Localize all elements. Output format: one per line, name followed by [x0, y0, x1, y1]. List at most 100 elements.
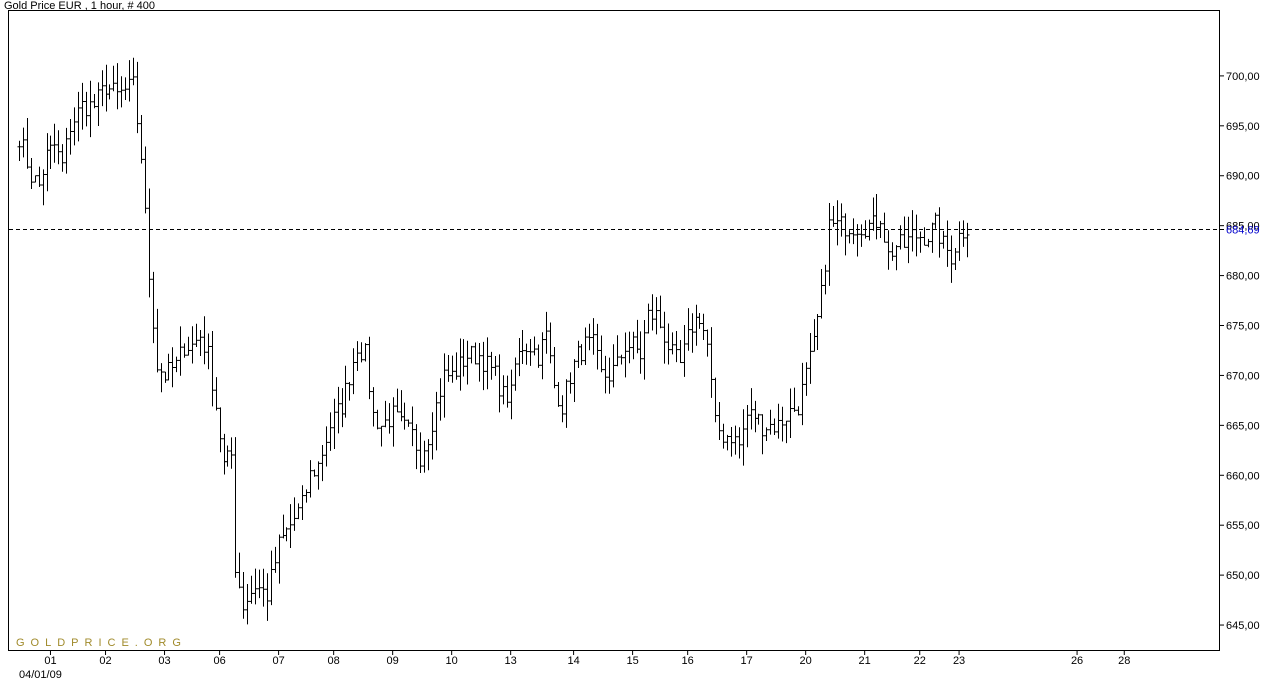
ohlc-bar — [859, 224, 864, 247]
ohlc-bar — [222, 433, 227, 475]
ohlc-bar — [772, 418, 777, 435]
ohlc-bar — [379, 425, 384, 447]
ohlc-bar — [355, 341, 360, 371]
y-tick-label: 650,00 — [1226, 570, 1260, 582]
ohlc-bar — [674, 330, 679, 363]
ohlc-bar — [422, 440, 427, 473]
x-tick-label: 15 — [626, 655, 638, 667]
ohlc-bar — [340, 388, 345, 428]
ohlc-bar — [910, 210, 915, 252]
x-tick-label: 13 — [505, 655, 517, 667]
ohlc-bar — [414, 424, 419, 470]
ohlc-bar — [245, 583, 250, 625]
ohlc-bar — [253, 568, 258, 605]
ohlc-bar — [178, 326, 183, 376]
ohlc-bar — [29, 157, 34, 190]
ohlc-bar — [284, 527, 289, 542]
ohlc-bar — [827, 202, 832, 286]
ohlc-bar — [104, 64, 109, 112]
ohlc-bar — [725, 434, 730, 451]
ohlc-bar — [371, 387, 376, 427]
ohlc-bars — [17, 57, 970, 625]
x-tick-label: 16 — [682, 655, 694, 667]
ohlc-bar — [686, 308, 691, 351]
y-tick-label: 680,00 — [1226, 271, 1260, 283]
ohlc-bar — [80, 82, 85, 130]
ohlc-bar — [351, 348, 356, 395]
ohlc-bar — [446, 354, 451, 382]
ohlc-bar — [410, 406, 415, 447]
ohlc-bar — [159, 363, 164, 393]
ohlc-bar — [874, 193, 879, 240]
ohlc-bar — [151, 271, 156, 344]
ohlc-bar — [100, 70, 105, 107]
ohlc-bar — [965, 222, 970, 258]
x-tick-label: 02 — [99, 655, 111, 667]
ohlc-bar — [926, 238, 931, 248]
watermark: GOLDPRICE.ORG — [16, 637, 187, 649]
ohlc-bar — [666, 323, 671, 365]
ohlc-bar — [662, 311, 667, 364]
ohlc-bar — [890, 242, 895, 261]
ohlc-bar — [631, 331, 636, 360]
ohlc-bar — [918, 231, 923, 253]
ohlc-bar — [882, 212, 887, 243]
ohlc-bar — [572, 359, 577, 402]
ohlc-bar — [367, 336, 372, 400]
ohlc-bar — [548, 322, 553, 364]
ohlc-bar — [174, 356, 179, 373]
ohlc-bar — [886, 230, 891, 270]
ohlc-bar — [147, 188, 152, 298]
ohlc-bar — [705, 329, 710, 357]
ohlc-bar — [281, 514, 286, 539]
ohlc-bar — [658, 295, 663, 329]
ohlc-bar — [363, 343, 368, 362]
ohlc-bar — [308, 460, 313, 498]
ohlc-bar — [347, 381, 352, 401]
ohlc-bar — [68, 119, 73, 155]
ohlc-bar — [619, 354, 624, 365]
ohlc-bar — [638, 331, 643, 374]
ohlc-bar — [170, 347, 175, 388]
ohlc-bar — [343, 365, 348, 418]
ohlc-bar — [41, 169, 46, 206]
ohlc-bar — [756, 413, 761, 425]
ohlc-bar — [961, 220, 966, 247]
ohlc-bar — [902, 216, 907, 248]
ohlc-bar — [465, 340, 470, 385]
ohlc-bar — [576, 340, 581, 368]
ohlc-bar — [406, 419, 411, 427]
ohlc-bar — [627, 331, 632, 364]
ohlc-bar — [64, 127, 69, 174]
ohlc-bar — [442, 353, 447, 418]
x-tick-label: 07 — [272, 655, 284, 667]
ohlc-bar — [800, 362, 805, 426]
x-tick-label: 26 — [1071, 655, 1083, 667]
ohlc-bar — [808, 332, 813, 384]
ohlc-bar — [812, 319, 817, 352]
x-tick-label: 01 — [44, 655, 56, 667]
ohlc-bar — [505, 375, 510, 408]
ohlc-bar — [336, 386, 341, 434]
ohlc-bar — [922, 227, 927, 246]
ohlc-bar — [395, 388, 400, 413]
ohlc-bar — [745, 405, 750, 448]
x-tick-label: 03 — [158, 655, 170, 667]
x-tick-label: 08 — [328, 655, 340, 667]
ohlc-bar — [532, 336, 537, 356]
ohlc-bar — [788, 388, 793, 439]
ohlc-bar — [418, 432, 423, 474]
ohlc-bar — [194, 323, 199, 347]
ohlc-bar — [119, 76, 124, 108]
x-tick-label: 06 — [213, 655, 225, 667]
ohlc-bar — [599, 335, 604, 373]
ohlc-bar — [277, 534, 282, 584]
ohlc-bar — [316, 461, 321, 490]
ohlc-bar — [210, 331, 215, 407]
ohlc-bar — [493, 356, 498, 376]
x-tick-label: 28 — [1118, 655, 1130, 667]
ohlc-bar — [540, 332, 545, 380]
ohlc-bar — [96, 82, 101, 126]
ohlc-bar — [328, 412, 333, 451]
ohlc-bar — [509, 369, 514, 420]
